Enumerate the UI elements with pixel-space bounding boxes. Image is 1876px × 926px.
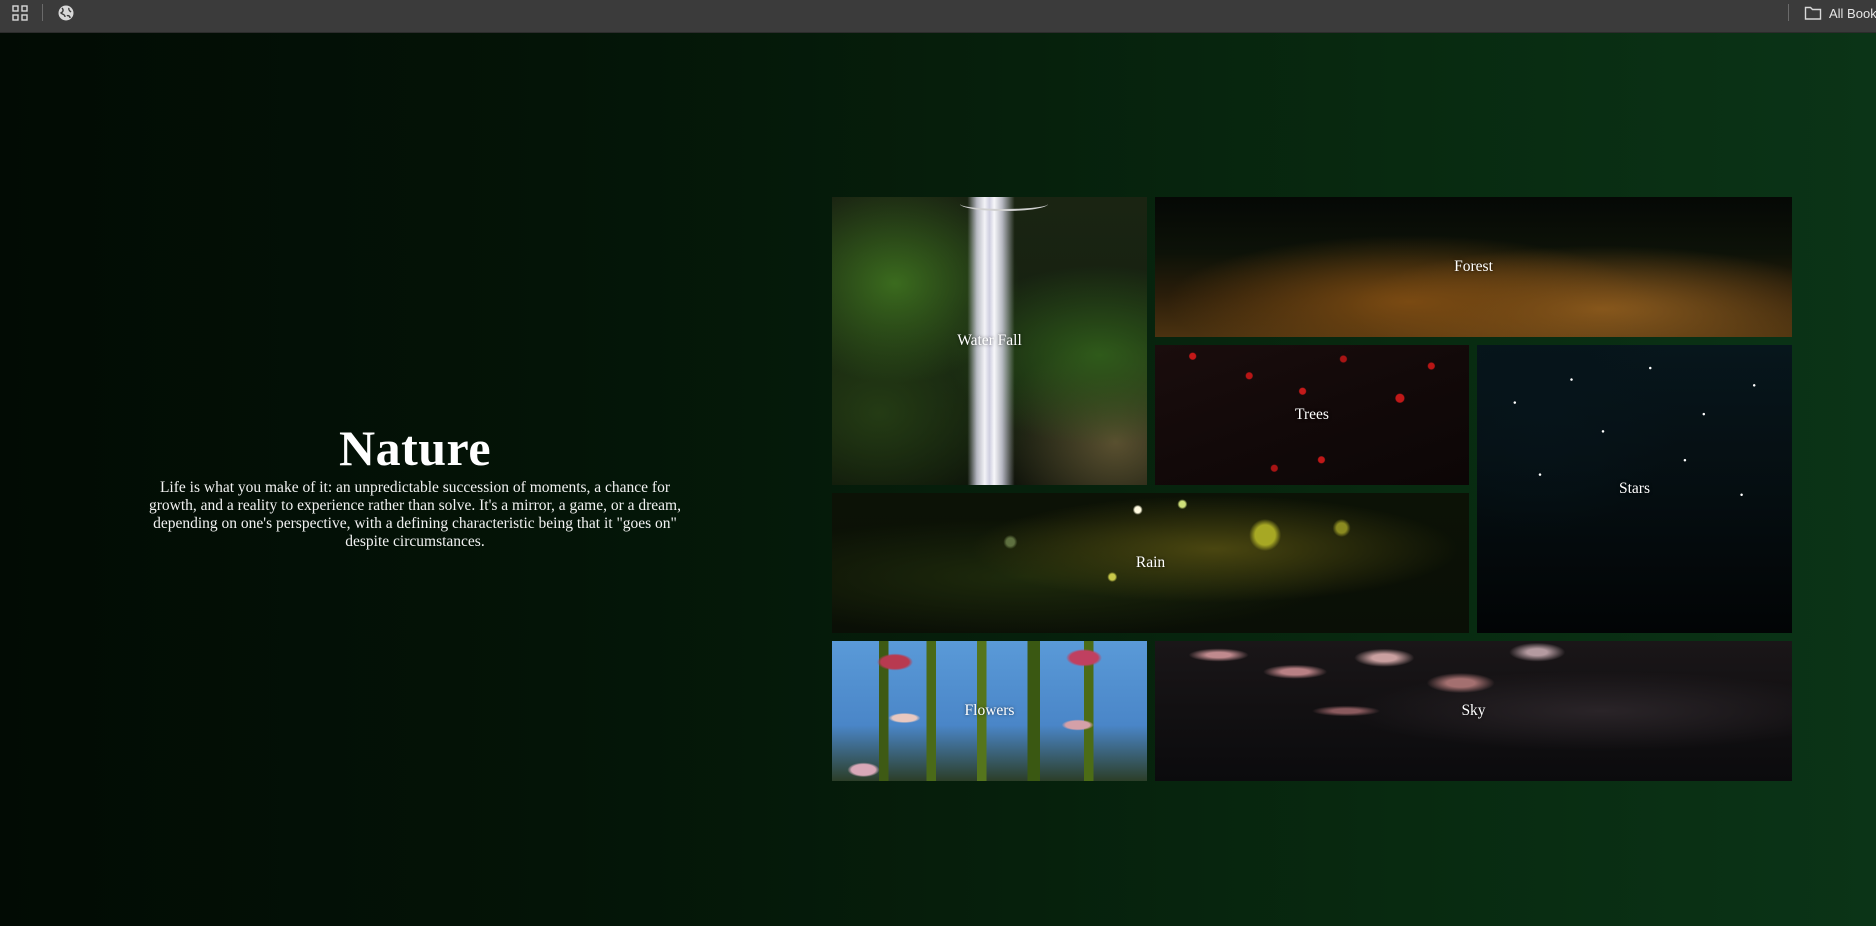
page-title: Nature (338, 420, 492, 476)
tile-label: Stars (1619, 480, 1650, 497)
tile-label: Flowers (964, 702, 1015, 719)
tile-forest[interactable]: Forest (1155, 197, 1792, 337)
tile-flowers[interactable]: Flowers (832, 641, 1147, 781)
tile-label: Trees (1295, 406, 1329, 423)
tile-label: Forest (1454, 258, 1493, 275)
hero-section: Nature Life is what you make of it: an u… (135, 420, 695, 551)
tile-sky[interactable]: Sky (1155, 641, 1792, 781)
page-background: Nature Life is what you make of it: an u… (0, 33, 1876, 926)
toolbar-separator (1788, 4, 1789, 21)
hero-description: Life is what you make of it: an unpredic… (149, 479, 681, 550)
folder-icon (1804, 6, 1822, 20)
tile-label: Sky (1461, 702, 1486, 719)
toolbar-separator (42, 4, 43, 21)
tile-label: Water Fall (957, 332, 1022, 349)
tile-rain[interactable]: Rain (832, 493, 1469, 633)
all-bookmarks-button[interactable]: All Bookmarks (1804, 3, 1876, 23)
tile-stars[interactable]: Stars (1477, 345, 1792, 633)
apps-grid-icon[interactable] (12, 5, 28, 21)
bookmarks-bar: All Bookmarks (0, 0, 1876, 33)
tile-label: Rain (1135, 554, 1166, 571)
all-bookmarks-label: All Bookmarks (1829, 5, 1876, 21)
tile-water-fall[interactable]: Water Fall (832, 197, 1147, 485)
tile-trees[interactable]: Trees (1155, 345, 1469, 485)
bridge-graphic (960, 197, 1048, 211)
globe-icon[interactable] (57, 4, 75, 22)
